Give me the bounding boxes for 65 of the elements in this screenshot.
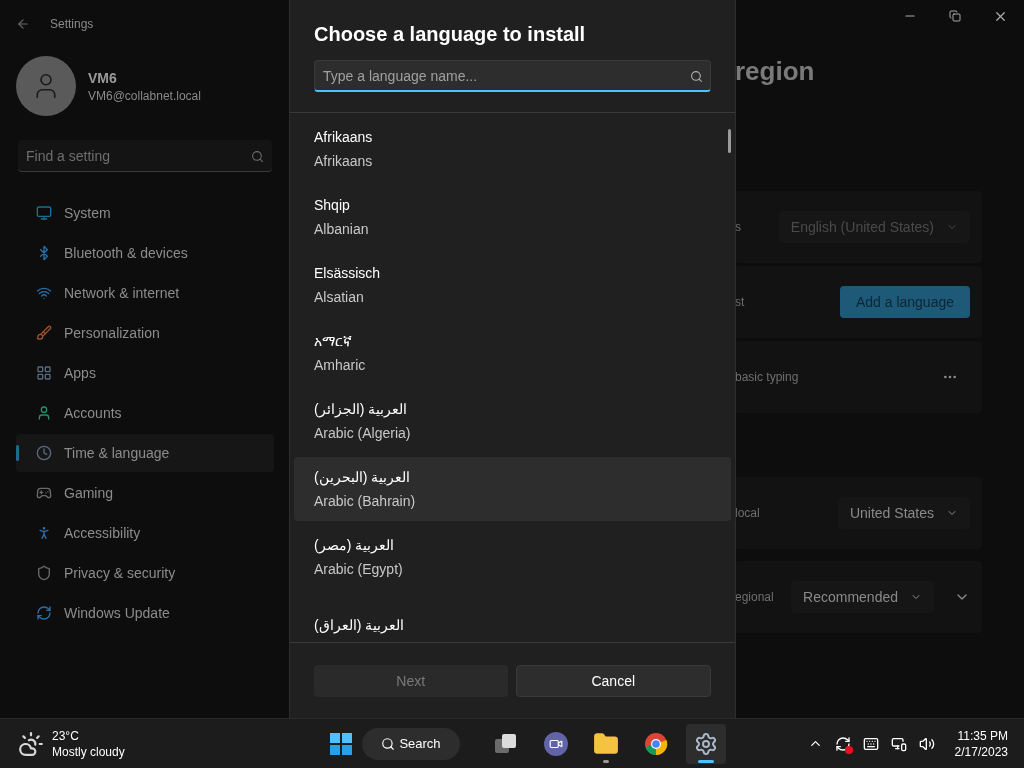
person-icon <box>36 405 52 421</box>
card-label: egional <box>735 589 774 605</box>
update-icon <box>36 605 52 621</box>
sidebar-item[interactable]: Network & internet <box>16 274 274 312</box>
scrollbar-thumb[interactable] <box>728 129 731 153</box>
dropdown[interactable]: United States <box>837 497 970 529</box>
video-chat-icon[interactable] <box>544 731 568 756</box>
language-item[interactable]: العربية (العراق) <box>294 593 731 642</box>
account-name: VM6 <box>88 69 118 88</box>
task-view-icon[interactable] <box>494 732 518 755</box>
shield-icon <box>36 565 52 581</box>
cloud-sun-icon[interactable] <box>18 730 44 757</box>
accessibility-icon <box>36 525 52 541</box>
search-icon <box>381 736 396 751</box>
sidebar-item[interactable]: Apps <box>16 354 274 392</box>
sidebar-item[interactable]: Accessibility <box>16 514 274 552</box>
sidebar-item[interactable]: Personalization <box>16 314 274 352</box>
start-icon[interactable] <box>330 732 352 755</box>
restore-icon[interactable] <box>949 10 961 22</box>
wifi-icon <box>36 285 52 301</box>
dialog-title: Choose a language to install <box>313 22 587 47</box>
keyboard-icon[interactable] <box>862 735 879 752</box>
network-icon[interactable] <box>890 735 907 752</box>
language-item[interactable]: Shqip Albanian <box>294 185 731 249</box>
account-email: VM6@collabnet.local <box>88 88 201 104</box>
sidebar-item[interactable]: Windows Update <box>16 594 274 632</box>
temperature: 23°C <box>52 727 80 744</box>
weather-condition: Mostly cloudy <box>52 743 125 760</box>
language-item[interactable]: Elsässisch Alsatian <box>294 253 731 317</box>
taskbar-search-button[interactable]: Search <box>362 727 460 760</box>
gamepad-icon <box>36 485 52 501</box>
gear-icon[interactable] <box>694 731 718 756</box>
language-item[interactable]: Afrikaans Afrikaans <box>294 117 731 181</box>
sidebar-item[interactable]: Accounts <box>16 394 274 432</box>
search-icon <box>690 70 703 83</box>
folder-icon[interactable] <box>593 730 619 757</box>
sidebar-item[interactable]: Gaming <box>16 474 274 512</box>
clock-date: 2/17/2023 <box>954 743 1008 760</box>
clock-time: 11:35 PM <box>957 727 1008 744</box>
card-label: local <box>735 505 760 521</box>
sidebar-item[interactable]: System <box>16 194 274 232</box>
card-label: s <box>735 219 741 235</box>
brush-icon <box>36 325 52 341</box>
avatar <box>16 56 76 116</box>
clock-icon <box>36 445 52 461</box>
taskbar-app[interactable] <box>686 723 726 764</box>
page-title: region <box>735 55 816 88</box>
language-search-field[interactable]: Type a language name... <box>314 60 711 92</box>
cancel-button[interactable]: Cancel <box>515 664 711 697</box>
monitor-icon <box>36 205 52 221</box>
sync-icon[interactable] <box>834 735 851 752</box>
volume-icon[interactable] <box>918 735 935 752</box>
search-icon <box>251 150 264 163</box>
sidebar-item[interactable]: Privacy & security <box>16 554 274 592</box>
search-field[interactable]: Find a setting <box>18 140 272 172</box>
card-label: st <box>735 294 745 310</box>
window-title: Settings <box>50 16 94 32</box>
apps-icon <box>36 365 52 381</box>
chrome-icon[interactable] <box>644 731 668 756</box>
sidebar-item[interactable]: Bluetooth & devices <box>16 234 274 272</box>
dropdown[interactable]: Recommended <box>791 581 934 613</box>
language-item[interactable]: አማርኛ Amharic <box>294 321 731 385</box>
back-icon[interactable] <box>16 17 30 31</box>
sidebar-item[interactable]: Time & language <box>16 434 274 472</box>
card-label: basic typing <box>735 369 799 385</box>
